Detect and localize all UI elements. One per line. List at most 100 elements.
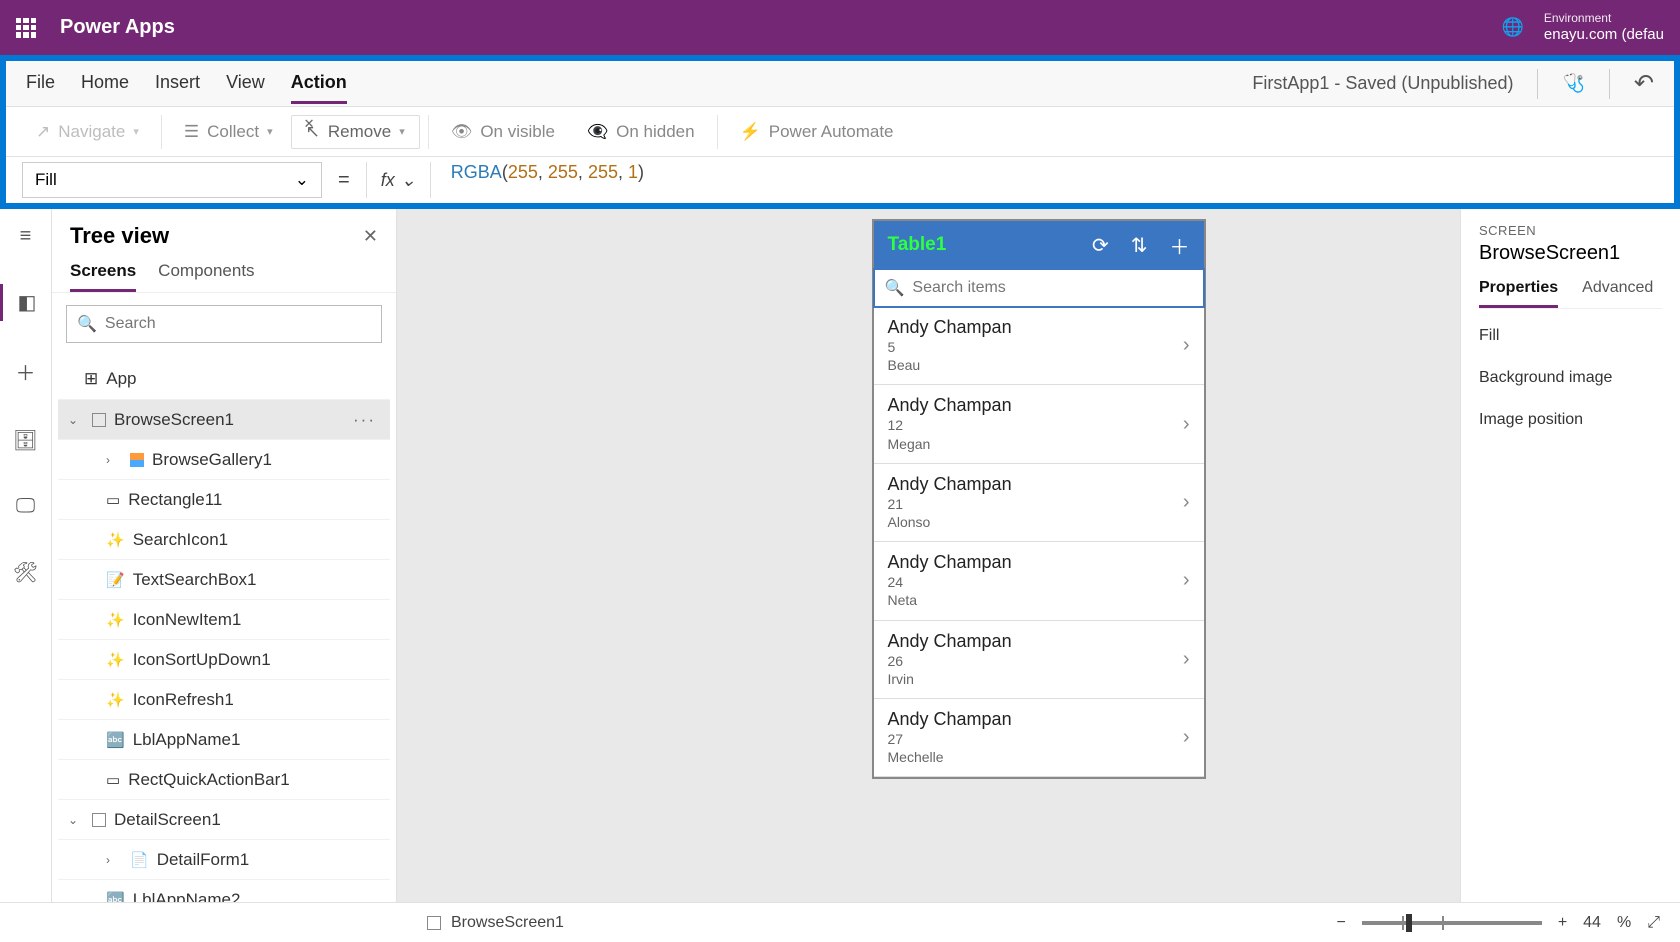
prop-fill[interactable]: Fill: [1479, 327, 1662, 345]
chevron-right-icon[interactable]: ›: [1183, 648, 1190, 671]
on-hidden-button[interactable]: 👁‍🗨 On hidden: [573, 116, 709, 148]
formula-bar: Fill ⌄ = fx ⌄ RGBA(255, 255, 255, 1): [6, 157, 1674, 203]
environment-block[interactable]: Environment enayu.com (defau: [1544, 11, 1664, 43]
chevron-right-icon[interactable]: ›: [1183, 491, 1190, 514]
chevron-down-icon[interactable]: ⌄: [68, 413, 84, 427]
tab-properties[interactable]: Properties: [1479, 279, 1558, 308]
gallery-item[interactable]: Andy Champan27Mechelle›: [874, 699, 1204, 777]
chevron-right-icon[interactable]: ›: [1183, 334, 1190, 357]
fx-button[interactable]: fx ⌄: [366, 162, 431, 198]
divider: [161, 115, 162, 149]
phone-preview[interactable]: Table1 ⟳ ⇅ ＋ 🔍 Andy Champan5Beau›Andy Ch…: [872, 219, 1206, 779]
chevron-down-icon: ▾: [267, 125, 273, 138]
tree-view-title: Tree view: [70, 223, 169, 249]
gallery-item-title: Andy Champan: [888, 552, 1012, 573]
tree-item-browsegallery[interactable]: › BrowseGallery1: [58, 439, 390, 479]
phone-search-input[interactable]: [912, 279, 1192, 297]
tree-item-rectangle[interactable]: ▭ Rectangle11: [58, 479, 390, 519]
remove-button[interactable]: ↖✕ Remove ▾: [291, 115, 420, 149]
chevron-down-icon: ⌄: [401, 170, 416, 191]
gallery-item-subtitle: 24Neta: [888, 573, 1012, 609]
fit-to-screen-icon[interactable]: ⤢: [1647, 914, 1660, 932]
tree-item-detailform[interactable]: › 📄 DetailForm1: [58, 839, 390, 879]
tree-item-app[interactable]: ⊞ App: [58, 359, 390, 399]
rail-hamburger[interactable]: ≡: [0, 219, 51, 254]
tree-item-iconsort[interactable]: ✨ IconSortUpDown1: [58, 639, 390, 679]
properties-panel: SCREEN BrowseScreen1 Properties Advanced…: [1460, 209, 1680, 902]
canvas[interactable]: Table1 ⟳ ⇅ ＋ 🔍 Andy Champan5Beau›Andy Ch…: [397, 209, 1680, 902]
tree-label: IconRefresh1: [133, 690, 234, 710]
tree-item-lblappname[interactable]: 🔤 LblAppName1: [58, 719, 390, 759]
tree-item-rectquick[interactable]: ▭ RectQuickActionBar1: [58, 759, 390, 799]
chevron-right-icon[interactable]: ›: [106, 853, 122, 867]
undo-icon[interactable]: ↶: [1634, 69, 1654, 98]
navigate-button[interactable]: ↗ Navigate ▾: [22, 116, 153, 148]
gallery-item-subtitle: 26Irvin: [888, 652, 1012, 688]
screen-icon: [92, 413, 106, 427]
zoom-out-button[interactable]: −: [1336, 914, 1345, 932]
on-visible-button[interactable]: 👁 On visible: [437, 116, 569, 148]
tree-search-input[interactable]: [105, 315, 371, 333]
tab-components[interactable]: Components: [158, 261, 254, 292]
gallery-item[interactable]: Andy Champan21Alonso›: [874, 464, 1204, 542]
rail-tree-view[interactable]: ◧: [0, 284, 51, 321]
divider: [1537, 69, 1538, 99]
tree-item-textsearchbox[interactable]: 📝 TextSearchBox1: [58, 559, 390, 599]
menu-action[interactable]: Action: [291, 64, 347, 104]
zoom-slider[interactable]: [1362, 921, 1542, 925]
sort-icon[interactable]: ⇅: [1131, 233, 1148, 258]
rail-tools[interactable]: 🛠: [0, 554, 51, 591]
rail-insert[interactable]: ＋: [0, 351, 51, 392]
panel-type-label: SCREEN: [1479, 223, 1662, 238]
tree-item-browsescreen[interactable]: ⌄ BrowseScreen1 ···: [58, 399, 390, 439]
refresh-icon[interactable]: ⟳: [1092, 233, 1109, 258]
rail-media[interactable]: 🖵: [0, 489, 51, 524]
chevron-right-icon[interactable]: ›: [106, 453, 122, 467]
chevron-right-icon[interactable]: ›: [1183, 726, 1190, 749]
collect-button[interactable]: ☰ Collect ▾: [170, 116, 287, 148]
tab-advanced[interactable]: Advanced: [1582, 279, 1653, 308]
close-icon[interactable]: ✕: [363, 226, 378, 247]
tree-item-lblappname2[interactable]: 🔤 LblAppName2: [58, 879, 390, 902]
menu-insert[interactable]: Insert: [155, 64, 200, 104]
menu-file[interactable]: File: [26, 64, 55, 104]
prop-image-position[interactable]: Image position: [1479, 411, 1662, 429]
text-input-icon: 📝: [106, 571, 125, 589]
chevron-down-icon[interactable]: ⌄: [68, 813, 84, 827]
document-status: FirstApp1 - Saved (Unpublished): [1252, 73, 1513, 94]
gallery-item-subtitle: 12Megan: [888, 416, 1012, 452]
app-launcher-icon[interactable]: [16, 18, 36, 38]
tree-item-iconnewitem[interactable]: ✨ IconNewItem1: [58, 599, 390, 639]
tree-search-box[interactable]: 🔍: [66, 305, 382, 343]
prop-background-image[interactable]: Background image: [1479, 369, 1662, 387]
formula-input[interactable]: RGBA(255, 255, 255, 1): [441, 162, 1658, 198]
tree-item-searchicon[interactable]: ✨ SearchIcon1: [58, 519, 390, 559]
gallery-item-title: Andy Champan: [888, 317, 1012, 338]
chevron-right-icon[interactable]: ›: [1183, 413, 1190, 436]
tree-label: BrowseScreen1: [114, 410, 234, 430]
tree-item-detailscreen[interactable]: ⌄ DetailScreen1: [58, 799, 390, 839]
tree-label: LblAppName1: [133, 730, 241, 750]
rail-data[interactable]: 🗄: [0, 422, 51, 459]
tab-screens[interactable]: Screens: [70, 261, 136, 292]
power-automate-button[interactable]: ⚡ Power Automate: [726, 116, 908, 148]
gallery-item[interactable]: Andy Champan24Neta ›: [874, 542, 1204, 620]
phone-search-box[interactable]: 🔍: [873, 268, 1205, 308]
add-icon[interactable]: ＋: [1170, 231, 1190, 260]
menu-view[interactable]: View: [226, 64, 265, 104]
menu-home[interactable]: Home: [81, 64, 129, 104]
more-icon[interactable]: ···: [353, 410, 376, 430]
divider: [717, 115, 718, 149]
chevron-right-icon[interactable]: ›: [1183, 569, 1190, 592]
app-checker-icon[interactable]: 🩺: [1562, 73, 1584, 94]
icon-control-icon: ✨: [106, 651, 125, 669]
remove-icon: ↖✕: [306, 122, 320, 142]
gallery-item[interactable]: Andy Champan5Beau›: [874, 307, 1204, 385]
divider: [428, 115, 429, 149]
gallery-item[interactable]: Andy Champan26Irvin›: [874, 621, 1204, 699]
app-header: Power Apps Environment enayu.com (defau: [0, 0, 1680, 55]
property-selector[interactable]: Fill ⌄: [22, 162, 322, 198]
gallery-item[interactable]: Andy Champan12Megan›: [874, 385, 1204, 463]
tree-item-iconrefresh[interactable]: ✨ IconRefresh1: [58, 679, 390, 719]
zoom-in-button[interactable]: +: [1558, 914, 1567, 932]
